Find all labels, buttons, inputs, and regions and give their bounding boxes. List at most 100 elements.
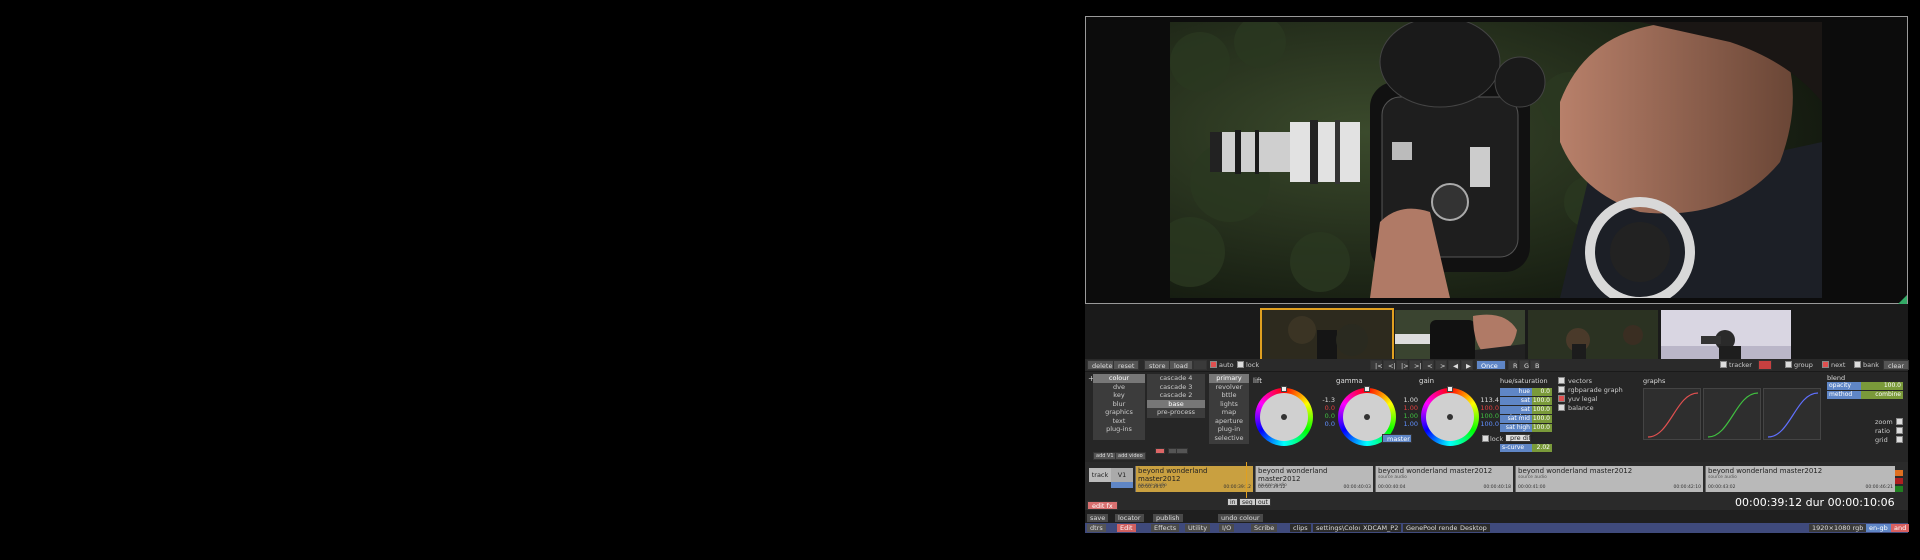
primary-item-2[interactable]: bttle	[1209, 391, 1249, 400]
auto-checkbox[interactable]	[1210, 361, 1217, 368]
clear-button[interactable]: clear	[1883, 360, 1910, 370]
cascade-item-3[interactable]: base	[1147, 399, 1205, 408]
timeline-clip[interactable]: beyond wonderland master2012 source audio…	[1375, 466, 1513, 492]
save-button[interactable]: save	[1087, 514, 1109, 522]
hue-sat-row[interactable]: hue 0.0	[1500, 388, 1552, 396]
layer-option[interactable]	[1176, 448, 1188, 454]
group-checkbox[interactable]	[1785, 361, 1792, 368]
edit-fx-button[interactable]: edit fx	[1087, 501, 1118, 510]
lift-wheel[interactable]	[1255, 386, 1313, 446]
add-video-button[interactable]: add video	[1115, 452, 1146, 460]
hue-sat-value[interactable]: 100.0	[1532, 415, 1552, 423]
menu-item-4[interactable]: graphics	[1093, 408, 1145, 417]
hue-sat-row[interactable]: sat 100.0	[1500, 397, 1552, 405]
menu-item-3[interactable]: blur	[1093, 400, 1145, 409]
playhead[interactable]	[1246, 462, 1247, 498]
tab-utility[interactable]: Utility	[1185, 524, 1211, 532]
path-clips[interactable]: clips	[1290, 524, 1311, 532]
pre-diff-button[interactable]: pre diff	[1505, 434, 1533, 442]
scope-option[interactable]: balance	[1558, 403, 1628, 412]
cascade-item-1[interactable]: cascade 3	[1147, 383, 1205, 392]
dropdown-button[interactable]	[1193, 360, 1207, 370]
method-control[interactable]: method combine	[1827, 391, 1903, 399]
filmstrip-thumb[interactable]	[1528, 310, 1658, 364]
reset-button[interactable]: reset	[1113, 360, 1140, 370]
play-icon[interactable]: ▶	[1461, 360, 1473, 370]
hue-sat-value[interactable]: 100.0	[1532, 397, 1552, 405]
scope-checkbox[interactable]	[1558, 404, 1565, 411]
path-desktop[interactable]: Desktop	[1457, 524, 1490, 532]
grid-checkbox[interactable]	[1896, 436, 1903, 443]
red-curve-graph[interactable]	[1643, 388, 1701, 440]
step-back-icon[interactable]: <	[1422, 360, 1434, 370]
primary-item-7[interactable]: selective	[1209, 434, 1249, 443]
primary-item-0[interactable]: primary	[1209, 374, 1249, 383]
scope-checkbox[interactable]	[1558, 377, 1565, 384]
menu-item-2[interactable]: key	[1093, 391, 1145, 400]
tab-effects[interactable]: Effects	[1151, 524, 1180, 532]
next-edit-icon[interactable]: |>	[1396, 360, 1409, 370]
add-v1-button[interactable]: add V1	[1093, 452, 1117, 460]
undo-button[interactable]: undo colour	[1218, 514, 1263, 522]
tab-dtrs[interactable]: dtrs	[1087, 524, 1106, 532]
store-button[interactable]: store	[1144, 360, 1171, 370]
scope-option[interactable]: yuv legal	[1558, 394, 1628, 403]
wheel-lock-checkbox[interactable]	[1482, 435, 1489, 442]
primary-item-6[interactable]: plug-in	[1209, 425, 1249, 434]
path-genepool[interactable]: GenePool render	[1403, 524, 1464, 532]
scope-checkbox[interactable]	[1558, 386, 1565, 393]
in-button[interactable]: in	[1227, 498, 1239, 506]
g-icon[interactable]: G	[1519, 360, 1529, 370]
r-icon[interactable]: R	[1508, 360, 1518, 370]
opacity-control[interactable]: opacity 100.0	[1827, 382, 1903, 390]
go-end-icon[interactable]: >|	[1409, 360, 1422, 370]
filmstrip-thumb[interactable]	[1395, 310, 1525, 364]
zoom-checkbox[interactable]	[1896, 418, 1903, 425]
primary-item-3[interactable]: lights	[1209, 400, 1249, 409]
tracker-select[interactable]	[1758, 360, 1772, 370]
next-checkbox[interactable]	[1822, 361, 1829, 368]
path-xdcam[interactable]: XDCAM_P2	[1360, 524, 1402, 532]
primary-item-4[interactable]: map	[1209, 408, 1249, 417]
master-select[interactable]: master	[1382, 434, 1412, 443]
play-reverse-icon[interactable]: ◀	[1448, 360, 1460, 370]
lock-checkbox[interactable]	[1237, 361, 1244, 368]
hue-sat-value[interactable]: 100.0	[1532, 424, 1552, 432]
timeline-clip[interactable]: beyond wonderland master2012 source audio…	[1515, 466, 1703, 492]
timeline-clip[interactable]: beyond wonderland master2012 source audio…	[1135, 466, 1253, 492]
menu-item-6[interactable]: plug-ins	[1093, 425, 1145, 434]
tab-edit[interactable]: Edit	[1117, 524, 1136, 532]
load-button[interactable]: load	[1169, 360, 1193, 370]
tab-scribe[interactable]: Scribe	[1251, 524, 1278, 532]
menu-item-5[interactable]: text	[1093, 417, 1145, 426]
timeline-clip[interactable]: beyond wonderland master2012 source audio…	[1255, 466, 1373, 492]
go-start-icon[interactable]: |<	[1370, 360, 1383, 370]
hue-sat-row[interactable]: sat mid 100.0	[1500, 415, 1552, 423]
and-indicator[interactable]: and	[1891, 524, 1910, 532]
out-button[interactable]: out	[1255, 498, 1271, 506]
filmstrip-thumb[interactable]	[1661, 310, 1791, 364]
language-indicator[interactable]: en-gb	[1866, 524, 1891, 532]
minus-button[interactable]	[1155, 448, 1165, 454]
b-icon[interactable]: B	[1530, 360, 1540, 370]
playback-mode-select[interactable]: Once	[1476, 360, 1506, 370]
scope-option[interactable]: vectors	[1558, 376, 1628, 385]
ratio-checkbox[interactable]	[1896, 427, 1903, 434]
s-curve-control[interactable]: s-curve 2.02	[1500, 444, 1552, 452]
tracker-checkbox[interactable]	[1720, 361, 1727, 368]
menu-item-1[interactable]: dve	[1093, 383, 1145, 392]
publish-button[interactable]: publish	[1153, 514, 1183, 522]
scope-option[interactable]: rgbparade graph	[1558, 385, 1628, 394]
track-header[interactable]: track	[1089, 468, 1111, 482]
cascade-item-2[interactable]: cascade 2	[1147, 391, 1205, 400]
gain-wheel[interactable]	[1421, 386, 1479, 446]
primary-item-1[interactable]: revolver	[1209, 383, 1249, 392]
blue-curve-graph[interactable]	[1763, 388, 1821, 440]
green-curve-graph[interactable]	[1703, 388, 1761, 440]
cascade-item-4[interactable]: pre-process	[1147, 408, 1205, 417]
prev-edit-icon[interactable]: <|	[1383, 360, 1396, 370]
cascade-item-0[interactable]: cascade 4	[1147, 374, 1205, 383]
scope-checkbox[interactable]	[1558, 395, 1565, 402]
step-forward-icon[interactable]: >	[1435, 360, 1447, 370]
v1-track-label[interactable]: V1	[1111, 468, 1133, 482]
